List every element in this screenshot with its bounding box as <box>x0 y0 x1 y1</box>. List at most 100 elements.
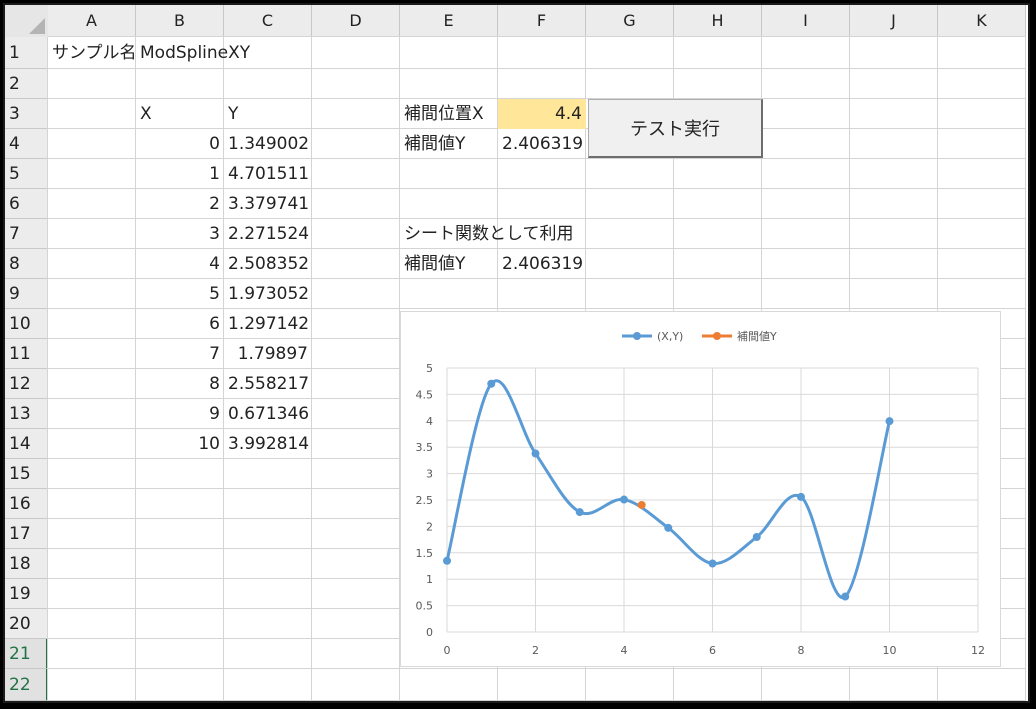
cell-f8[interactable]: 2.406319 <box>498 249 586 279</box>
cell-y-value[interactable]: 1.297142 <box>224 309 312 339</box>
y-tick-label: 4 <box>426 415 433 428</box>
row-header-15[interactable]: 15 <box>5 459 48 489</box>
cell-x-value[interactable]: 10 <box>136 429 224 459</box>
cell-x-value[interactable]: 3 <box>136 219 224 249</box>
series-xy-point <box>575 508 584 517</box>
x-tick-label: 4 <box>621 644 628 657</box>
series-xy-point <box>443 556 451 565</box>
x-tick-label: 2 <box>532 644 539 657</box>
cell-x-value[interactable]: 5 <box>136 279 224 309</box>
series-xy-point <box>664 523 673 532</box>
row-header-16[interactable]: 16 <box>5 489 48 519</box>
column-header-k[interactable]: K <box>938 5 1026 37</box>
cell-c3[interactable]: Y <box>224 99 312 129</box>
row-header-1[interactable]: 1 <box>5 37 48 69</box>
cell-a1[interactable]: サンプル名 <box>48 37 136 69</box>
gridline-horizontal <box>48 668 1026 669</box>
spline-chart[interactable]: 0 0.5 1 1.5 2 2.5 3 3.5 4 4.5 5 0 2 4 6 8 10 12 (X,Y) 補間値Y <box>400 311 1001 667</box>
series-xy-line <box>445 379 891 599</box>
y-tick-label: 3 <box>426 468 433 481</box>
cell-y-value[interactable]: 2.271524 <box>224 219 312 249</box>
interpolated-point <box>637 500 646 509</box>
column-header-f[interactable]: F <box>498 5 586 37</box>
row-header-14[interactable]: 14 <box>5 429 48 459</box>
cell-f3[interactable]: 4.4 <box>498 99 586 129</box>
row-header-13[interactable]: 13 <box>5 399 48 429</box>
cell-x-value[interactable]: 9 <box>136 399 224 429</box>
cell-y-value[interactable]: 2.558217 <box>224 369 312 399</box>
y-tick-label: 2 <box>426 520 433 533</box>
cell-y-value[interactable]: 4.701511 <box>224 159 312 189</box>
row-header-3[interactable]: 3 <box>5 99 48 129</box>
series-xy-point <box>531 449 540 458</box>
cell-y-value[interactable]: 1.973052 <box>224 279 312 309</box>
cell-y-value[interactable]: 2.508352 <box>224 249 312 279</box>
column-header-c[interactable]: C <box>224 5 312 37</box>
column-header-j[interactable]: J <box>850 5 938 37</box>
x-tick-label: 8 <box>798 644 805 657</box>
cell-x-value[interactable]: 1 <box>136 159 224 189</box>
row-header-20[interactable]: 20 <box>5 609 48 639</box>
legend-interp-label: 補間値Y <box>737 330 777 343</box>
cell-x-value[interactable]: 8 <box>136 369 224 399</box>
series-xy-point <box>708 559 717 568</box>
cell-y-value[interactable]: 1.349002 <box>224 129 312 159</box>
column-header-d[interactable]: D <box>312 5 400 37</box>
y-tick-label: 3.5 <box>416 441 434 454</box>
row-header-7[interactable]: 7 <box>5 219 48 249</box>
row-header-19[interactable]: 19 <box>5 579 48 609</box>
select-all-triangle-icon <box>29 18 45 34</box>
cell-e8[interactable]: 補間値Y <box>400 249 498 279</box>
row-header-17[interactable]: 17 <box>5 519 48 549</box>
y-tick-label: 5 <box>426 362 433 375</box>
cell-e3[interactable]: 補間位置X <box>400 99 498 129</box>
series-xy-point <box>752 533 761 542</box>
row-header-10[interactable]: 10 <box>5 309 48 339</box>
row-header-22[interactable]: 22 <box>5 669 48 701</box>
series-xy-point <box>885 417 894 426</box>
column-header-h[interactable]: H <box>674 5 762 37</box>
x-tick-label: 10 <box>883 644 897 657</box>
y-tick-label: 1.5 <box>416 547 434 560</box>
row-header-8[interactable]: 8 <box>5 249 48 279</box>
column-header-b[interactable]: B <box>136 5 224 37</box>
cell-x-value[interactable]: 2 <box>136 189 224 219</box>
row-header-5[interactable]: 5 <box>5 159 48 189</box>
series-xy-point <box>487 379 496 388</box>
cell-b3[interactable]: X <box>136 99 224 129</box>
cell-x-value[interactable]: 4 <box>136 249 224 279</box>
cell-y-value[interactable]: 3.992814 <box>224 429 312 459</box>
cell-e7[interactable]: シート関数として利用 <box>400 219 586 249</box>
y-tick-label: 1 <box>426 573 433 586</box>
row-header-2[interactable]: 2 <box>5 69 48 99</box>
cell-x-value[interactable]: 6 <box>136 309 224 339</box>
chart-svg: 0 0.5 1 1.5 2 2.5 3 3.5 4 4.5 5 0 2 4 6 8 10 12 (X,Y) 補間値Y <box>416 330 986 657</box>
column-header-g[interactable]: G <box>586 5 674 37</box>
row-header-4[interactable]: 4 <box>5 129 48 159</box>
cell-y-value[interactable]: 0.671346 <box>224 399 312 429</box>
select-all-corner[interactable] <box>5 5 48 37</box>
column-header-i[interactable]: I <box>762 5 850 37</box>
x-tick-label: 6 <box>709 644 716 657</box>
legend-xy-label: (X,Y) <box>657 330 683 343</box>
column-header-a[interactable]: A <box>48 5 136 37</box>
cell-b1[interactable]: ModSplineXY <box>136 37 250 69</box>
x-tick-label: 12 <box>971 644 985 657</box>
cell-y-value[interactable]: 1.79897 <box>224 339 312 369</box>
y-tick-label: 0 <box>426 626 433 639</box>
row-header-18[interactable]: 18 <box>5 549 48 579</box>
cell-x-value[interactable]: 7 <box>136 339 224 369</box>
test-run-button[interactable]: テスト実行 <box>588 99 763 158</box>
row-header-9[interactable]: 9 <box>5 279 48 309</box>
cell-y-value[interactable]: 3.379741 <box>224 189 312 219</box>
row-header-6[interactable]: 6 <box>5 189 48 219</box>
column-header-e[interactable]: E <box>400 5 498 37</box>
cell-x-value[interactable]: 0 <box>136 129 224 159</box>
row-header-11[interactable]: 11 <box>5 339 48 369</box>
y-tick-label: 2.5 <box>416 494 434 507</box>
row-header-12[interactable]: 12 <box>5 369 48 399</box>
row-header-21[interactable]: 21 <box>5 639 48 669</box>
y-tick-label: 0.5 <box>416 600 434 613</box>
cell-e4[interactable]: 補間値Y <box>400 129 498 159</box>
cell-f4[interactable]: 2.406319 <box>498 129 586 159</box>
